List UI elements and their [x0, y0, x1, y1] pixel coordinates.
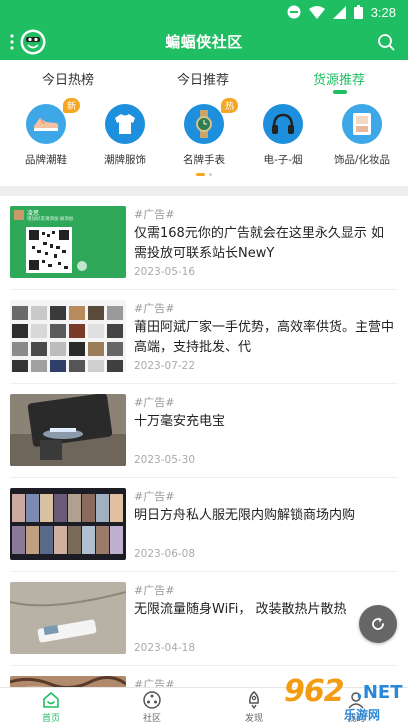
thumb-caption: 增加好友请添加 被添加 [27, 217, 74, 222]
category-icon-circle [342, 104, 382, 144]
category-sneakers[interactable]: 新 品牌潮鞋 [11, 98, 81, 167]
sneaker-icon [34, 118, 59, 131]
do-not-disturb-icon [287, 5, 301, 19]
category-watches[interactable]: 热 名牌手表 [169, 98, 239, 167]
item-date: 2023-07-22 [134, 360, 196, 372]
item-date: 2023-05-30 [134, 454, 196, 466]
power-bank-image [10, 394, 126, 466]
search-icon[interactable] [376, 32, 396, 52]
list-item[interactable]: #广告# 无限流量随身WiFi， 改装散热片散热 2023-04-18 [0, 572, 408, 666]
page-title: 蝙蝠侠社区 [165, 33, 243, 51]
battery-icon [353, 5, 363, 19]
item-tag: #广告# [134, 584, 175, 597]
section-divider [0, 186, 408, 196]
carpet-image [10, 676, 126, 687]
item-thumbnail [10, 582, 126, 654]
shoe-grid-image [10, 300, 126, 372]
nav-community[interactable]: 社区 [122, 690, 182, 724]
category-label: 潮牌服饰 [104, 154, 146, 166]
home-icon [43, 692, 59, 708]
tab-supply-recommend[interactable]: 货源推荐 [284, 69, 394, 88]
item-date: 2023-05-16 [134, 266, 196, 278]
category-icon-circle: 热 [184, 98, 238, 144]
cosmetics-icon [353, 113, 371, 135]
category-label: 品牌潮鞋 [25, 154, 67, 166]
category-icon-circle [263, 104, 303, 144]
list-item[interactable]: #广告# 明日方舟私人服无限内购解锁商场内购 2023-06-08 [0, 478, 408, 572]
community-icon [143, 691, 161, 709]
list-item[interactable]: #广告# 十万毫安充电宝 2023-05-30 [0, 384, 408, 478]
list-item[interactable]: #广告# 莆田阿斌厂家一手优势，高效率供货。主营中高端，支持批发、代 2023-… [0, 290, 408, 384]
ad-list: 凌思 增加好友请添加 被添加 #广告# 仅需168元你的广告就会在这里永久显示 … [0, 196, 408, 687]
wifi-icon [308, 5, 325, 19]
list-item[interactable]: 凌思 增加好友请添加 被添加 #广告# 仅需168元你的广告就会在这里永久显示 … [0, 196, 408, 290]
item-title: 明日方舟私人服无限内购解锁商场内购 [134, 508, 356, 523]
item-tag: #广告# [134, 678, 175, 687]
signal-icon [332, 5, 346, 19]
item-title: 十万毫安充电宝 [134, 414, 226, 429]
watermark-sub: 乐游网 [344, 708, 381, 722]
item-title: 仅需168元你的广告就会在这里永久显示 如需投放可联系站长NewY [134, 226, 384, 261]
category-row: 新 品牌潮鞋 潮牌服饰 热 名牌手表 电-子-烟 饰品/化妆品 [0, 96, 408, 186]
rocket-icon [249, 691, 259, 710]
item-tag: #广告# [134, 396, 175, 409]
category-label: 饰品/化妆品 [333, 154, 391, 166]
status-icons: 3:28 [287, 4, 396, 20]
refresh-button[interactable] [359, 605, 397, 643]
item-tag: #广告# [134, 490, 175, 503]
item-thumbnail [10, 300, 126, 372]
category-cosmetics[interactable]: 饰品/化妆品 [327, 104, 397, 167]
category-apparel[interactable]: 潮牌服饰 [90, 104, 160, 167]
tab-active-indicator [333, 90, 347, 94]
item-date: 2023-04-18 [134, 642, 196, 654]
watermark-number: 962 [284, 674, 345, 709]
item-thumbnail [10, 676, 126, 687]
category-icon-circle: 新 [26, 98, 80, 144]
watch-icon [196, 110, 212, 138]
badge-new: 新 [62, 98, 80, 113]
watermark-net: .NET [356, 682, 403, 703]
tab-today-hot[interactable]: 今日热榜 [13, 69, 123, 88]
tab-today-recommend[interactable]: 今日推荐 [148, 69, 258, 88]
category-label: 名牌手表 [183, 154, 225, 166]
item-date: 2023-06-08 [134, 548, 196, 560]
game-cards-image [10, 488, 126, 560]
item-thumbnail [10, 488, 126, 560]
category-icon-circle [105, 104, 145, 144]
category-pager [196, 173, 212, 176]
site-watermark: 962 .NET 乐游网 [274, 670, 408, 727]
nav-label: 首页 [41, 714, 60, 724]
headphones-icon [272, 113, 294, 134]
tshirt-icon [115, 114, 135, 134]
nav-home[interactable]: 首页 [21, 690, 81, 724]
item-title: 莆田阿斌厂家一手优势，高效率供货。主营中高端，支持批发、代 [134, 320, 395, 355]
nav-label: 社区 [142, 714, 161, 724]
pager-dot-active [196, 173, 205, 176]
category-label: 电-子-烟 [263, 154, 303, 166]
item-tag: #广告# [134, 302, 175, 315]
usb-wifi-image [10, 582, 126, 654]
status-bar: 3:28 [0, 0, 408, 24]
pager-dot [209, 173, 212, 176]
app-header: 蝙蝠侠社区 [0, 24, 408, 60]
item-title: 无限流量随身WiFi， 改装散热片散热 [134, 602, 347, 617]
top-tabs: 今日热榜 今日推荐 货源推荐 [0, 60, 408, 96]
item-tag: #广告# [134, 208, 175, 221]
item-thumbnail: 凌思 增加好友请添加 被添加 [10, 206, 126, 278]
item-thumbnail [10, 394, 126, 466]
refresh-icon [372, 617, 384, 630]
status-time: 3:28 [370, 4, 396, 20]
category-ecig[interactable]: 电-子-烟 [248, 104, 318, 167]
badge-hot: 热 [220, 98, 238, 113]
